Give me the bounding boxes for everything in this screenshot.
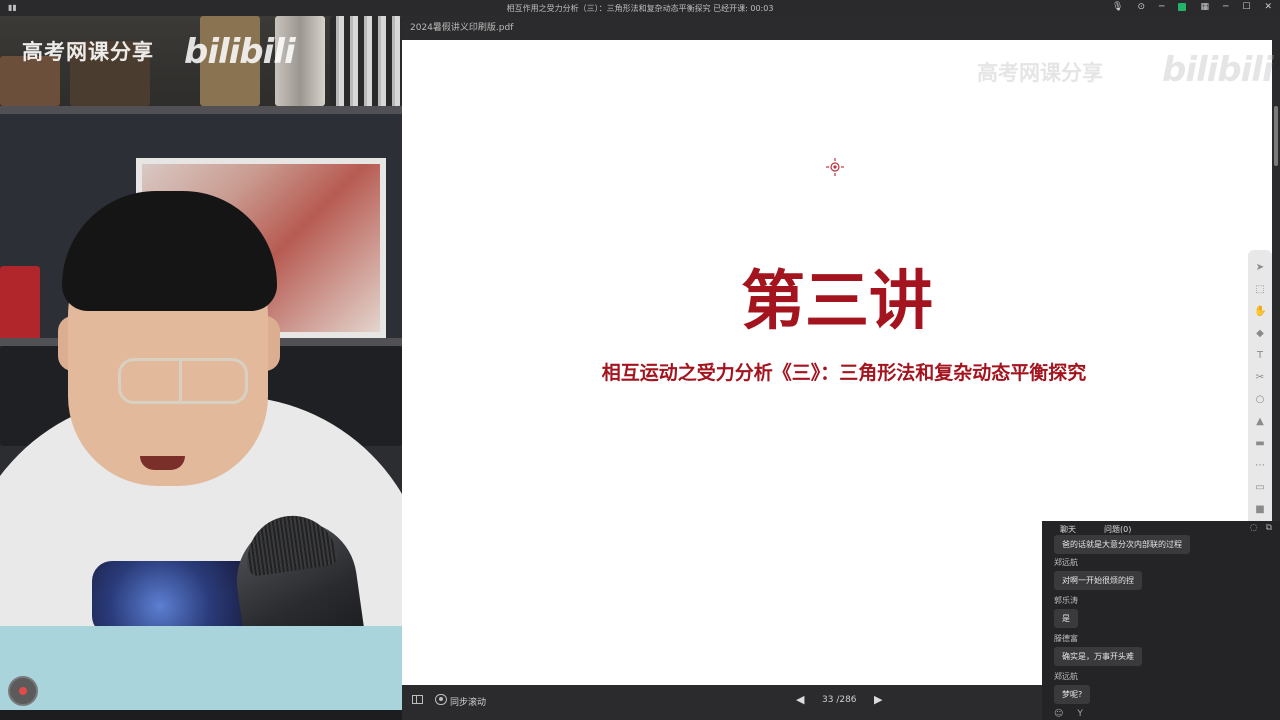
scissors-icon[interactable]: ✂	[1254, 372, 1266, 384]
eraser-icon[interactable]: ◆	[1254, 328, 1266, 340]
lock-icon[interactable]: ⋯	[1254, 460, 1266, 472]
stamp-icon[interactable]: ▲	[1254, 416, 1266, 428]
shelf-books	[330, 16, 402, 106]
person-glasses	[118, 358, 248, 404]
popout-icon[interactable]: ⧉	[1266, 523, 1272, 533]
crosshair-icon	[826, 158, 844, 176]
close-window-button[interactable]: ✕	[1264, 2, 1272, 12]
maximize-window-button[interactable]: ☐	[1242, 2, 1250, 12]
chat-input-row: ☺ Y	[1054, 709, 1083, 719]
sidebar-toggle-icon[interactable]	[412, 695, 423, 704]
sync-scroll-icon[interactable]	[435, 694, 447, 705]
select-icon[interactable]: ⬚	[1254, 284, 1266, 296]
lecture-subtitle: 相互运动之受力分析《三》：三角形法和复杂动态平衡探究	[601, 362, 1087, 384]
grid-icon[interactable]: ▦	[1200, 2, 1209, 12]
lecture-title: 第三讲	[741, 264, 933, 339]
annotation-toolbar: ➤ ⬚ ✋ ◆ T ✂ ○ ▲ ▬ ⋯ ▭ ■	[1248, 250, 1272, 530]
top-bar: ▮▮ 相互作用之受力分析（三）：三角形法和复杂动态平衡探究 已经开课: 00:0…	[0, 0, 1280, 16]
watermark-text: 高考网课分享	[22, 40, 154, 64]
watermark-text: 高考网课分享	[977, 61, 1103, 85]
red-object	[0, 266, 40, 346]
minimize-button[interactable]: ─	[1159, 2, 1164, 12]
bilibili-logo: bilibili	[184, 32, 296, 72]
webcam-feed: 高考网课分享 bilibili	[0, 16, 402, 710]
text-icon[interactable]: T	[1254, 350, 1266, 362]
chat-input-hint[interactable]: Y	[1077, 709, 1083, 719]
desk-surface	[0, 626, 402, 710]
chat-sender: 郑远航	[1054, 672, 1078, 681]
share-status-icon[interactable]	[1178, 3, 1187, 11]
microphone-icon[interactable]: 🎙	[1112, 2, 1123, 12]
minimize-window-button[interactable]: ─	[1223, 2, 1228, 12]
chat-message: 确实是，万事开头难	[1054, 647, 1142, 666]
prev-page-button[interactable]: ◀	[796, 693, 804, 706]
pdf-filename: 2024暑假讲义印刷版.pdf	[410, 23, 514, 33]
chat-message: 梦呢?	[1054, 685, 1091, 704]
live-badge-icon[interactable]	[8, 676, 38, 706]
shelf-board	[0, 106, 402, 114]
chat-panel: 聊天 问题(0) ◌ ⧉ 爸的话就是大意分次内部联的过程 郑远航 对啊一开始很烦…	[1042, 521, 1280, 720]
chat-sender: 郑远航	[1054, 558, 1078, 567]
circle-icon[interactable]: ○	[1254, 394, 1266, 406]
pointer-hand-icon[interactable]: ✋	[1254, 306, 1266, 318]
chat-sender: 滕德富	[1054, 634, 1078, 643]
sync-scroll-label[interactable]: 同步滚动	[450, 695, 486, 708]
emoji-icon[interactable]: ☺	[1054, 709, 1063, 719]
chat-message: 爸的话就是大意分次内部联的过程	[1054, 535, 1190, 554]
chat-sender: 郭乐涛	[1054, 596, 1078, 605]
clipboard-icon[interactable]: ▭	[1254, 482, 1266, 494]
tab-chat[interactable]: 聊天	[1060, 524, 1076, 535]
comment-icon[interactable]: ◌	[1250, 523, 1258, 533]
video-icon[interactable]: ■	[1254, 504, 1266, 516]
page-indicator[interactable]: 33 /286	[822, 695, 857, 705]
cursor-icon[interactable]: ➤	[1254, 262, 1266, 274]
chat-message: 对啊一开始很烦的捏	[1054, 571, 1142, 590]
bilibili-logo: bilibili	[1162, 50, 1274, 90]
chat-header-icons: ◌ ⧉	[1250, 523, 1272, 533]
person-mouth	[140, 456, 185, 470]
chat-message: 是	[1054, 609, 1078, 628]
window-controls: 🎙 ⊙ ─ ▦ ─ ☐ ✕	[1112, 2, 1272, 12]
scrollbar[interactable]	[1274, 106, 1278, 166]
tab-questions[interactable]: 问题(0)	[1104, 524, 1131, 535]
screen-icon[interactable]: ▬	[1254, 438, 1266, 450]
app-window: ▮▮ 相互作用之受力分析（三）：三角形法和复杂动态平衡探究 已经开课: 00:0…	[0, 0, 1280, 720]
location-icon[interactable]: ⊙	[1137, 2, 1145, 12]
meeting-title: 相互作用之受力分析（三）：三角形法和复杂动态平衡探究 已经开课: 00:03	[506, 4, 774, 13]
next-page-button[interactable]: ▶	[874, 693, 882, 706]
